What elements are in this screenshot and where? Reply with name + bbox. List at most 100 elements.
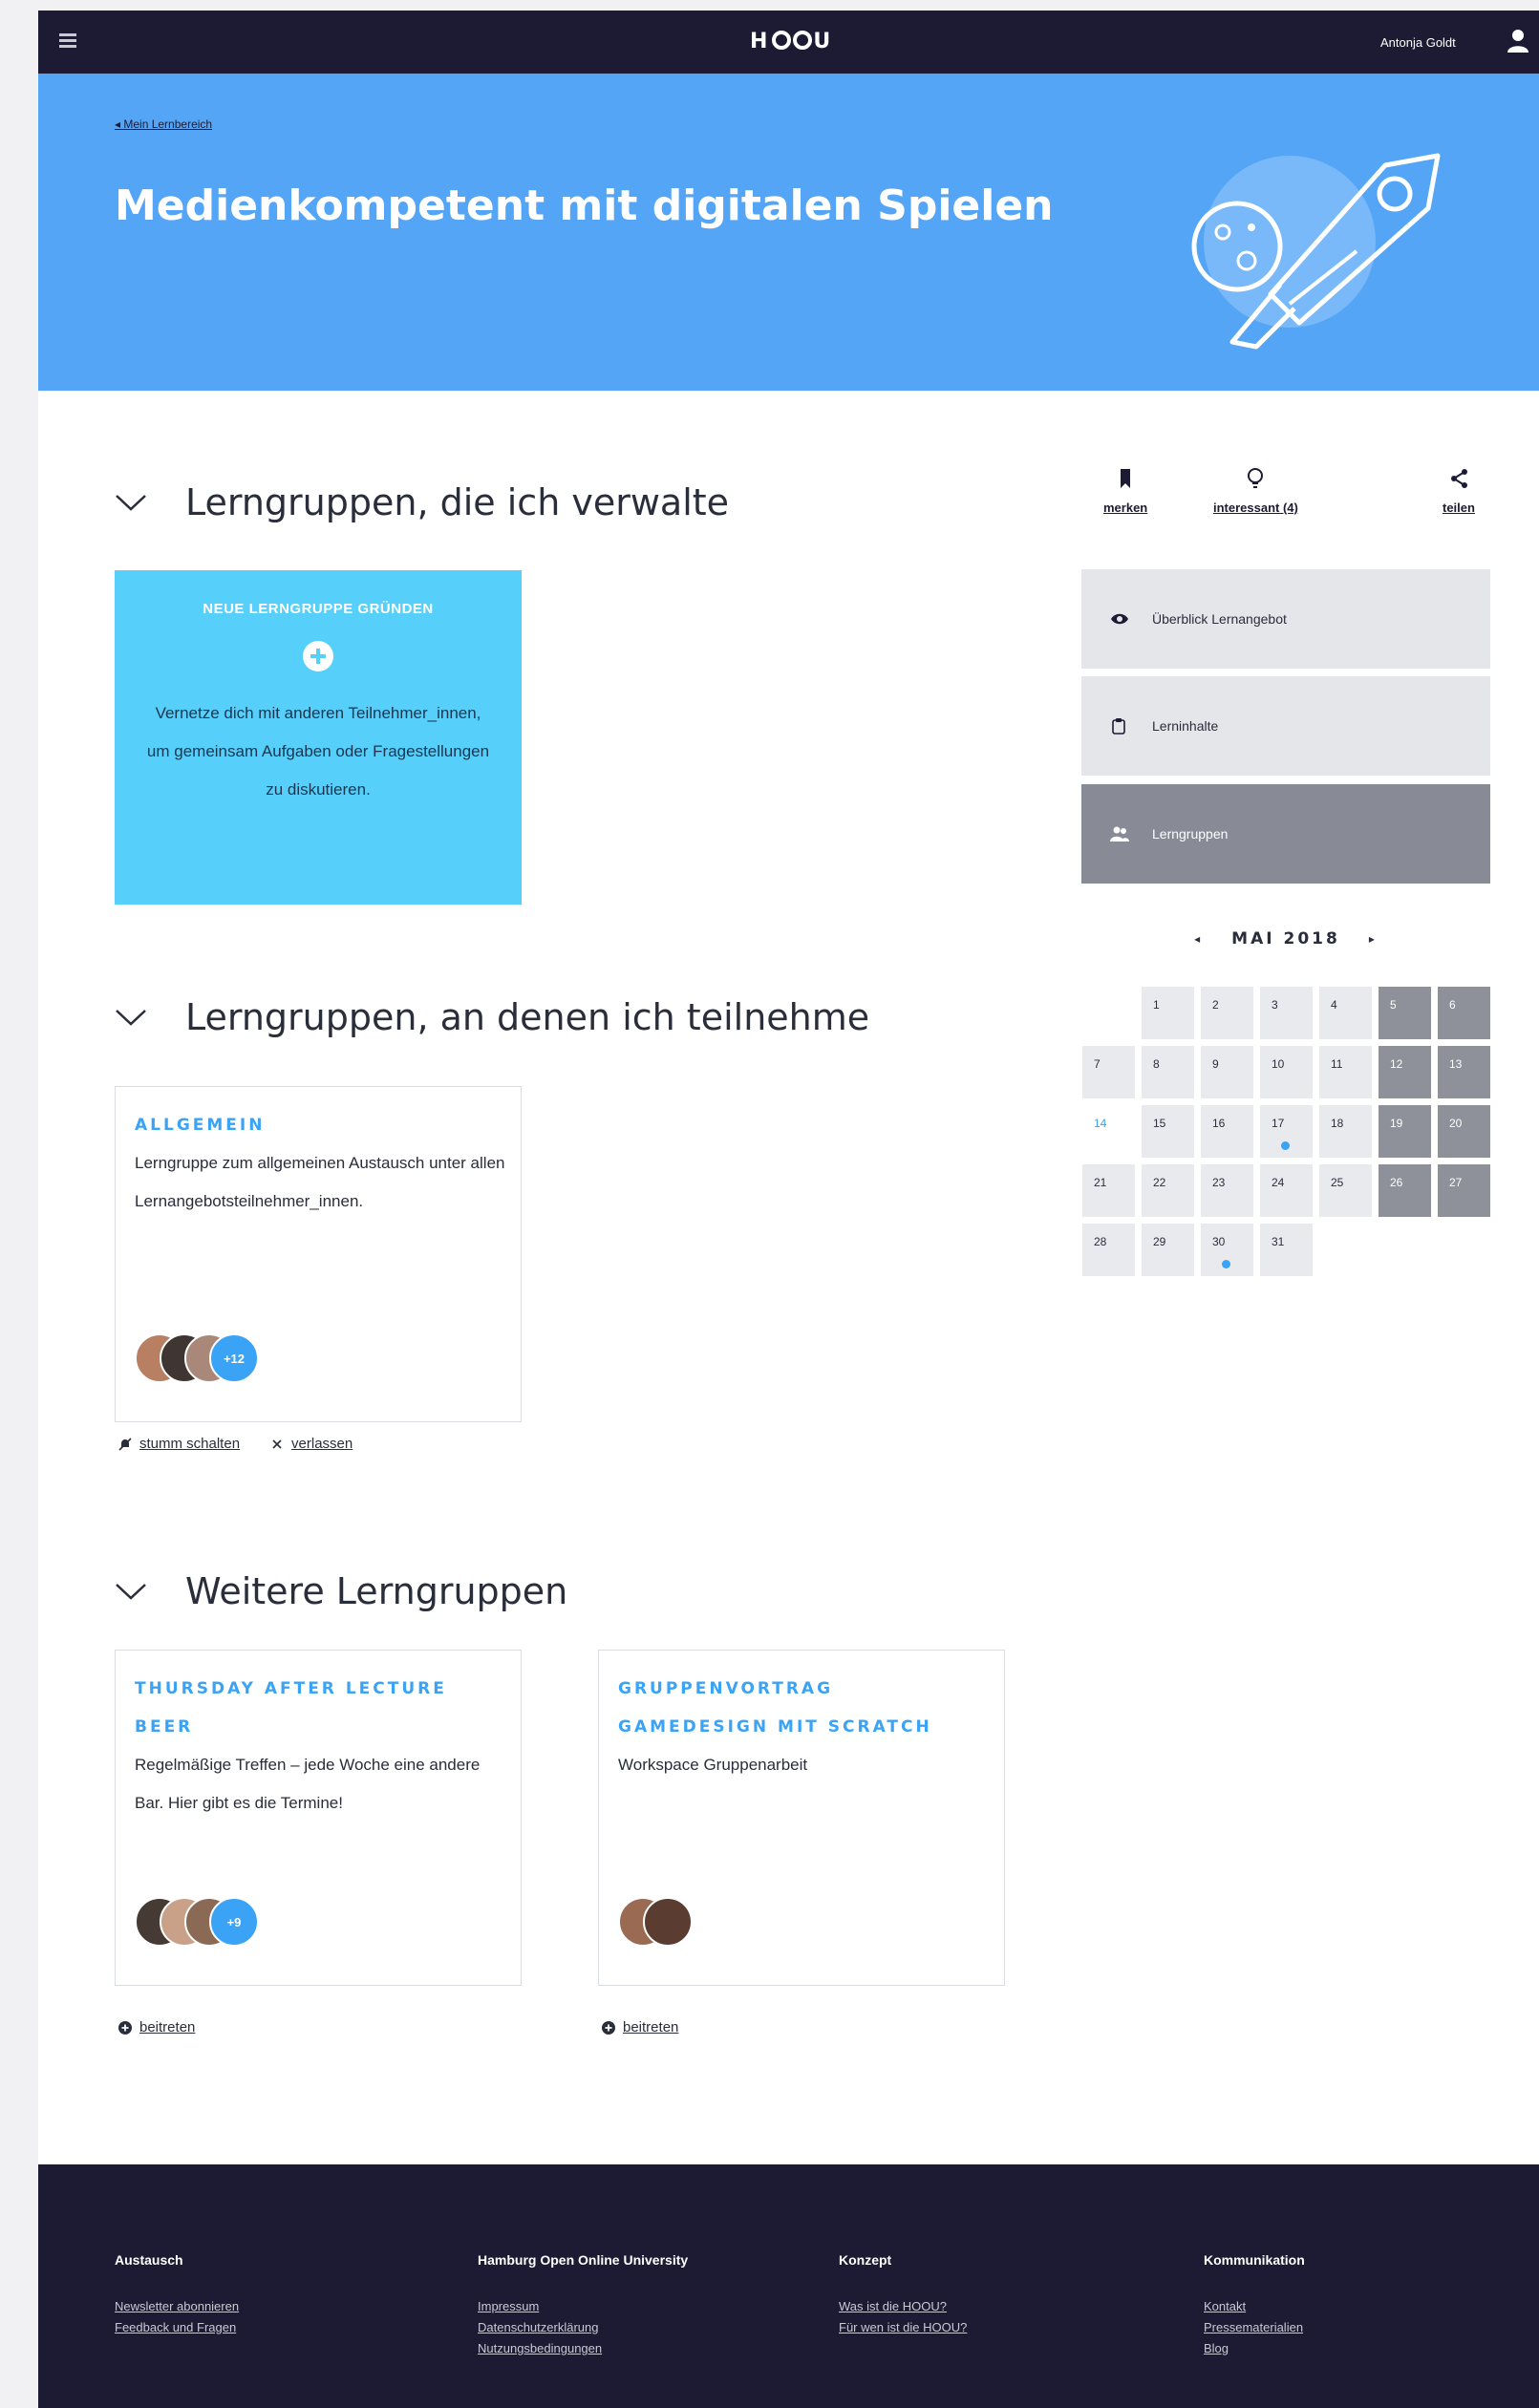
interesting-label: interessant (4) <box>1213 501 1298 515</box>
calendar-day[interactable]: 14 <box>1082 1105 1135 1158</box>
group-card-title[interactable]: GRUPPENVORTRAG GAMEDESIGN MIT SCRATCH <box>618 1670 991 1746</box>
calendar-day[interactable]: 28 <box>1082 1224 1135 1276</box>
footer-link[interactable]: Was ist die HOOU? <box>839 2296 967 2317</box>
plus-circle-icon[interactable] <box>302 640 334 672</box>
chevron-down-icon[interactable] <box>115 1582 147 1601</box>
calendar-day[interactable]: 7 <box>1082 1046 1135 1098</box>
calendar-day-label: 24 <box>1272 1176 1285 1189</box>
calendar-day-label: 11 <box>1331 1057 1343 1071</box>
more-members-badge[interactable]: +12 <box>209 1333 259 1383</box>
calendar-day[interactable]: 23 <box>1201 1164 1253 1217</box>
footer-link[interactable]: Für wen ist die HOOU? <box>839 2317 967 2338</box>
calendar-day-label: 9 <box>1212 1057 1219 1071</box>
more-members-badge[interactable]: +9 <box>209 1897 259 1947</box>
calendar-day[interactable]: 21 <box>1082 1164 1135 1217</box>
bookmark-icon <box>1121 469 1131 488</box>
calendar-day[interactable]: 2 <box>1201 987 1253 1039</box>
group-card-thursday-beer[interactable]: THURSDAY AFTER LECTURE BEER Regelmäßige … <box>115 1650 522 1986</box>
section-more-header[interactable]: Weitere Lerngruppen <box>115 1567 567 1615</box>
footer-column-university: Hamburg Open Online University Impressum… <box>478 2252 688 2359</box>
footer-column-title: Hamburg Open Online University <box>478 2252 689 2268</box>
interesting-button[interactable]: interessant (4) <box>1213 467 1298 517</box>
calendar-day[interactable]: 12 <box>1379 1046 1431 1098</box>
footer-link[interactable]: Pressematerialien <box>1204 2317 1305 2338</box>
calendar-day[interactable]: 20 <box>1438 1105 1490 1158</box>
group-card-title[interactable]: ALLGEMEIN <box>135 1106 507 1144</box>
group-card-gamedesign-scratch[interactable]: GRUPPENVORTRAG GAMEDESIGN MIT SCRATCH Wo… <box>598 1650 1005 1986</box>
group-card-title[interactable]: THURSDAY AFTER LECTURE BEER <box>135 1670 507 1746</box>
calendar-day[interactable]: 17 <box>1260 1105 1313 1158</box>
calendar-day[interactable]: 13 <box>1438 1046 1490 1098</box>
rocket-illustration <box>1191 153 1441 350</box>
calendar-day-label: 17 <box>1272 1117 1285 1130</box>
calendar-day-label: 13 <box>1449 1057 1463 1071</box>
calendar-day[interactable]: 19 <box>1379 1105 1431 1158</box>
footer-link[interactable]: Impressum <box>478 2296 688 2317</box>
section-managed-header[interactable]: Lerngruppen, die ich verwalte <box>115 479 729 526</box>
close-icon <box>272 1438 282 1449</box>
calendar-prev-icon[interactable]: ◂ <box>1194 932 1203 946</box>
footer-link[interactable]: Datenschutzerklärung <box>478 2317 688 2338</box>
share-label: teilen <box>1443 501 1475 515</box>
footer-link[interactable]: Newsletter abonnieren <box>115 2296 239 2317</box>
join-button[interactable]: beitreten <box>118 2019 195 2035</box>
calendar-day[interactable]: 27 <box>1438 1164 1490 1217</box>
group-card-description: Lerngruppe zum allgemeinen Austausch unt… <box>135 1154 505 1210</box>
calendar-day[interactable]: 5 <box>1379 987 1431 1039</box>
leave-button[interactable]: verlassen <box>270 1436 353 1452</box>
section-participating-header[interactable]: Lerngruppen, an denen ich teilnehme <box>115 993 869 1041</box>
calendar-day[interactable]: 1 <box>1142 987 1194 1039</box>
user-name[interactable]: Antonja Goldt <box>1380 35 1456 50</box>
calendar-day[interactable]: 15 <box>1142 1105 1194 1158</box>
nav-content[interactable]: Lerninhalte <box>1081 676 1490 776</box>
new-learning-group-tile[interactable]: NEUE LERNGRUPPE GRÜNDEN Vernetze dich mi… <box>115 570 522 905</box>
calendar-day[interactable]: 8 <box>1142 1046 1194 1098</box>
event-dot <box>1222 1260 1230 1268</box>
calendar-day[interactable]: 11 <box>1319 1046 1372 1098</box>
calendar-day-label: 22 <box>1153 1176 1166 1189</box>
join-button[interactable]: beitreten <box>602 2019 678 2035</box>
calendar-day[interactable]: 26 <box>1379 1164 1431 1217</box>
group-card-allgemein[interactable]: ALLGEMEIN Lerngruppe zum allgemeinen Aus… <box>115 1086 522 1422</box>
page-title: Medienkompetent mit digitalen Spielen <box>115 181 1054 230</box>
share-button[interactable]: teilen <box>1443 467 1475 517</box>
nav-learning-groups[interactable]: Lerngruppen <box>1081 784 1490 884</box>
calendar-day-label: 16 <box>1212 1117 1226 1130</box>
calendar-day[interactable]: 22 <box>1142 1164 1194 1217</box>
user-icon[interactable] <box>1507 30 1528 53</box>
calendar-day-label: 4 <box>1331 998 1337 1012</box>
hoou-logo[interactable]: HU <box>750 30 834 53</box>
calendar-day-label: 23 <box>1212 1176 1226 1189</box>
calendar-day[interactable]: 29 <box>1142 1224 1194 1276</box>
calendar-next-icon[interactable]: ▸ <box>1369 932 1378 946</box>
share-icon <box>1450 469 1467 488</box>
nav-learning-groups-label: Lerngruppen <box>1152 826 1229 842</box>
group-card-description: Workspace Gruppenarbeit <box>618 1756 808 1774</box>
calendar-day-label: 31 <box>1272 1235 1285 1248</box>
calendar-day[interactable]: 6 <box>1438 987 1490 1039</box>
calendar-day[interactable]: 3 <box>1260 987 1313 1039</box>
calendar-day[interactable]: 24 <box>1260 1164 1313 1217</box>
calendar-day[interactable]: 16 <box>1201 1105 1253 1158</box>
calendar-day[interactable]: 25 <box>1319 1164 1372 1217</box>
breadcrumb[interactable]: ◂ Mein Lernbereich <box>115 117 212 131</box>
footer-link[interactable]: Blog <box>1204 2338 1305 2359</box>
hamburger-menu-icon[interactable] <box>59 33 76 48</box>
calendar-day[interactable]: 4 <box>1319 987 1372 1039</box>
footer-link[interactable]: Feedback und Fragen <box>115 2317 239 2338</box>
footer-link[interactable]: Nutzungsbedingungen <box>478 2338 688 2359</box>
chevron-down-icon[interactable] <box>115 493 147 512</box>
mute-button[interactable]: stumm schalten <box>118 1436 240 1452</box>
calendar-day-label: 25 <box>1331 1176 1344 1189</box>
calendar-day[interactable]: 10 <box>1260 1046 1313 1098</box>
footer-column-title: Kommunikation <box>1204 2252 1305 2268</box>
nav-overview[interactable]: Überblick Lernangebot <box>1081 569 1490 669</box>
eye-icon <box>1111 613 1128 625</box>
footer-link[interactable]: Kontakt <box>1204 2296 1305 2317</box>
calendar-day[interactable]: 31 <box>1260 1224 1313 1276</box>
calendar-day[interactable]: 9 <box>1201 1046 1253 1098</box>
chevron-down-icon[interactable] <box>115 1008 147 1027</box>
bookmark-button[interactable]: merken <box>1103 467 1147 517</box>
calendar-day[interactable]: 18 <box>1319 1105 1372 1158</box>
calendar-day[interactable]: 30 <box>1201 1224 1253 1276</box>
